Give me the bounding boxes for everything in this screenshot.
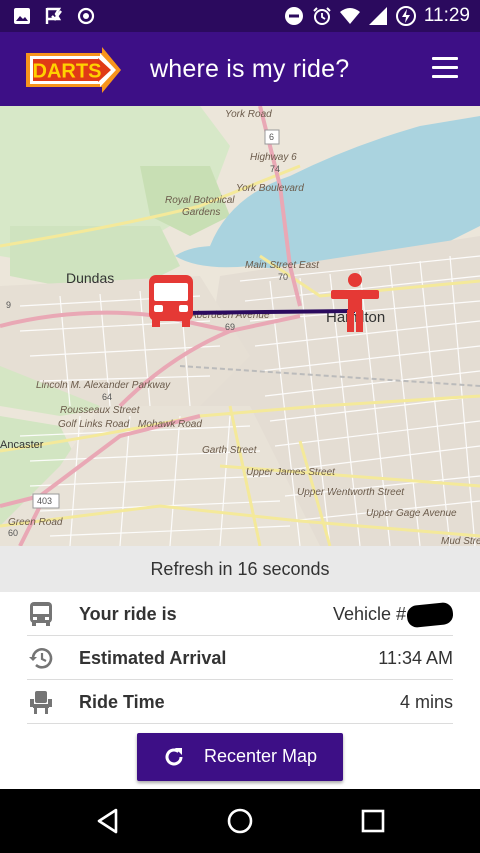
map-label-york-boulevard: York Boulevard <box>236 183 304 194</box>
map-shield-6: 6 <box>269 132 274 142</box>
map-view[interactable]: York Road Highway 6 York Boulevard Royal… <box>0 106 480 546</box>
map-label-upper-james: Upper James Street <box>246 467 336 478</box>
map-label-highway-6: Highway 6 <box>250 152 297 163</box>
ride-time-value: 4 mins <box>399 692 453 712</box>
ride-time-label: Ride Time <box>79 692 165 712</box>
wifi-icon <box>339 8 360 24</box>
refresh-countdown: Refresh in 16 seconds <box>0 546 480 592</box>
status-bar: 11:29 <box>0 0 480 32</box>
map-label-york-road: York Road <box>225 109 272 120</box>
image-icon <box>14 8 30 24</box>
map-label-lincoln-parkway: Lincoln M. Alexander Parkway <box>36 380 171 391</box>
home-circle-icon[interactable] <box>226 807 254 835</box>
battery-charging-icon <box>395 6 416 26</box>
notification-icons <box>12 6 96 26</box>
recenter-map-label: Recenter Map <box>204 746 318 766</box>
map-label-70: 70 <box>278 272 288 282</box>
logo-text: DARTS <box>33 61 102 83</box>
darts-logo: DARTS <box>26 47 121 93</box>
system-nav-bar <box>0 789 480 853</box>
map-label-ancaster: Ancaster <box>0 439 44 451</box>
clock: 11:29 <box>423 5 470 26</box>
map-label-botanical-gardens-1: Royal Botonical <box>165 195 235 206</box>
redacted-vehicle-number <box>405 601 455 629</box>
recenter-map-button[interactable]: Recenter Map <box>137 733 343 781</box>
map-label-69: 69 <box>225 322 235 332</box>
seat-icon <box>30 691 52 714</box>
do-not-disturb-icon <box>284 7 303 25</box>
ride-vehicle-row: Your ride is Vehicle # <box>27 592 455 636</box>
app-title: where is my ride? <box>150 55 350 83</box>
signal-icon <box>368 7 387 25</box>
map-label-green-road: Green Road <box>8 517 63 528</box>
map-label-upper-gage: Upper Gage Avenue <box>366 508 457 519</box>
alarm-icon <box>313 7 331 25</box>
map-shield-403: 403 <box>37 496 52 506</box>
map-label-mud-street: Mud Stre <box>441 536 480 546</box>
map-label-rousseaux: Rousseaux Street <box>60 405 141 416</box>
system-icons: 11:29 <box>284 4 470 28</box>
estimated-arrival-row: Estimated Arrival 11:34 AM <box>27 636 453 680</box>
ride-vehicle-value: Vehicle # <box>333 601 455 629</box>
map-label-main-street-east: Main Street East <box>245 260 320 271</box>
map-label-garth: Garth Street <box>202 445 258 456</box>
route-line <box>182 309 356 315</box>
map-label-upper-wentworth: Upper Wentworth Street <box>297 487 405 498</box>
map-canvas[interactable]: York Road Highway 6 York Boulevard Royal… <box>0 106 480 546</box>
map-label-dundas: Dundas <box>66 270 114 286</box>
bus-icon <box>30 602 52 626</box>
ride-info: Your ride is Vehicle # Estimated Arrival… <box>0 592 480 724</box>
map-label-golf-links: Golf Links Road <box>58 419 130 430</box>
ride-time-row: Ride Time 4 mins <box>27 680 453 724</box>
refresh-text: Refresh in 16 seconds <box>150 559 330 579</box>
refresh-icon <box>165 748 183 766</box>
map-label-60: 60 <box>8 528 18 538</box>
flag-check-icon <box>45 7 62 24</box>
recents-square-icon[interactable] <box>359 807 387 835</box>
estimated-arrival-label: Estimated Arrival <box>79 648 227 668</box>
record-icon <box>77 7 95 25</box>
estimated-arrival-value: 11:34 AM <box>378 648 453 668</box>
app-bar: DARTS where is my ride? <box>0 32 480 106</box>
bus-icon[interactable] <box>149 275 193 327</box>
history-clock-icon <box>29 648 53 669</box>
map-label-edge-9: 9 <box>6 300 11 310</box>
hamburger-menu-icon[interactable] <box>432 57 458 79</box>
map-label-74: 74 <box>270 164 280 174</box>
back-triangle-icon[interactable] <box>94 807 122 835</box>
ride-vehicle-label: Your ride is <box>79 604 177 624</box>
map-label-botanical-gardens-2: Gardens <box>182 207 220 218</box>
map-label-64: 64 <box>102 392 112 402</box>
map-label-mohawk: Mohawk Road <box>138 419 202 430</box>
